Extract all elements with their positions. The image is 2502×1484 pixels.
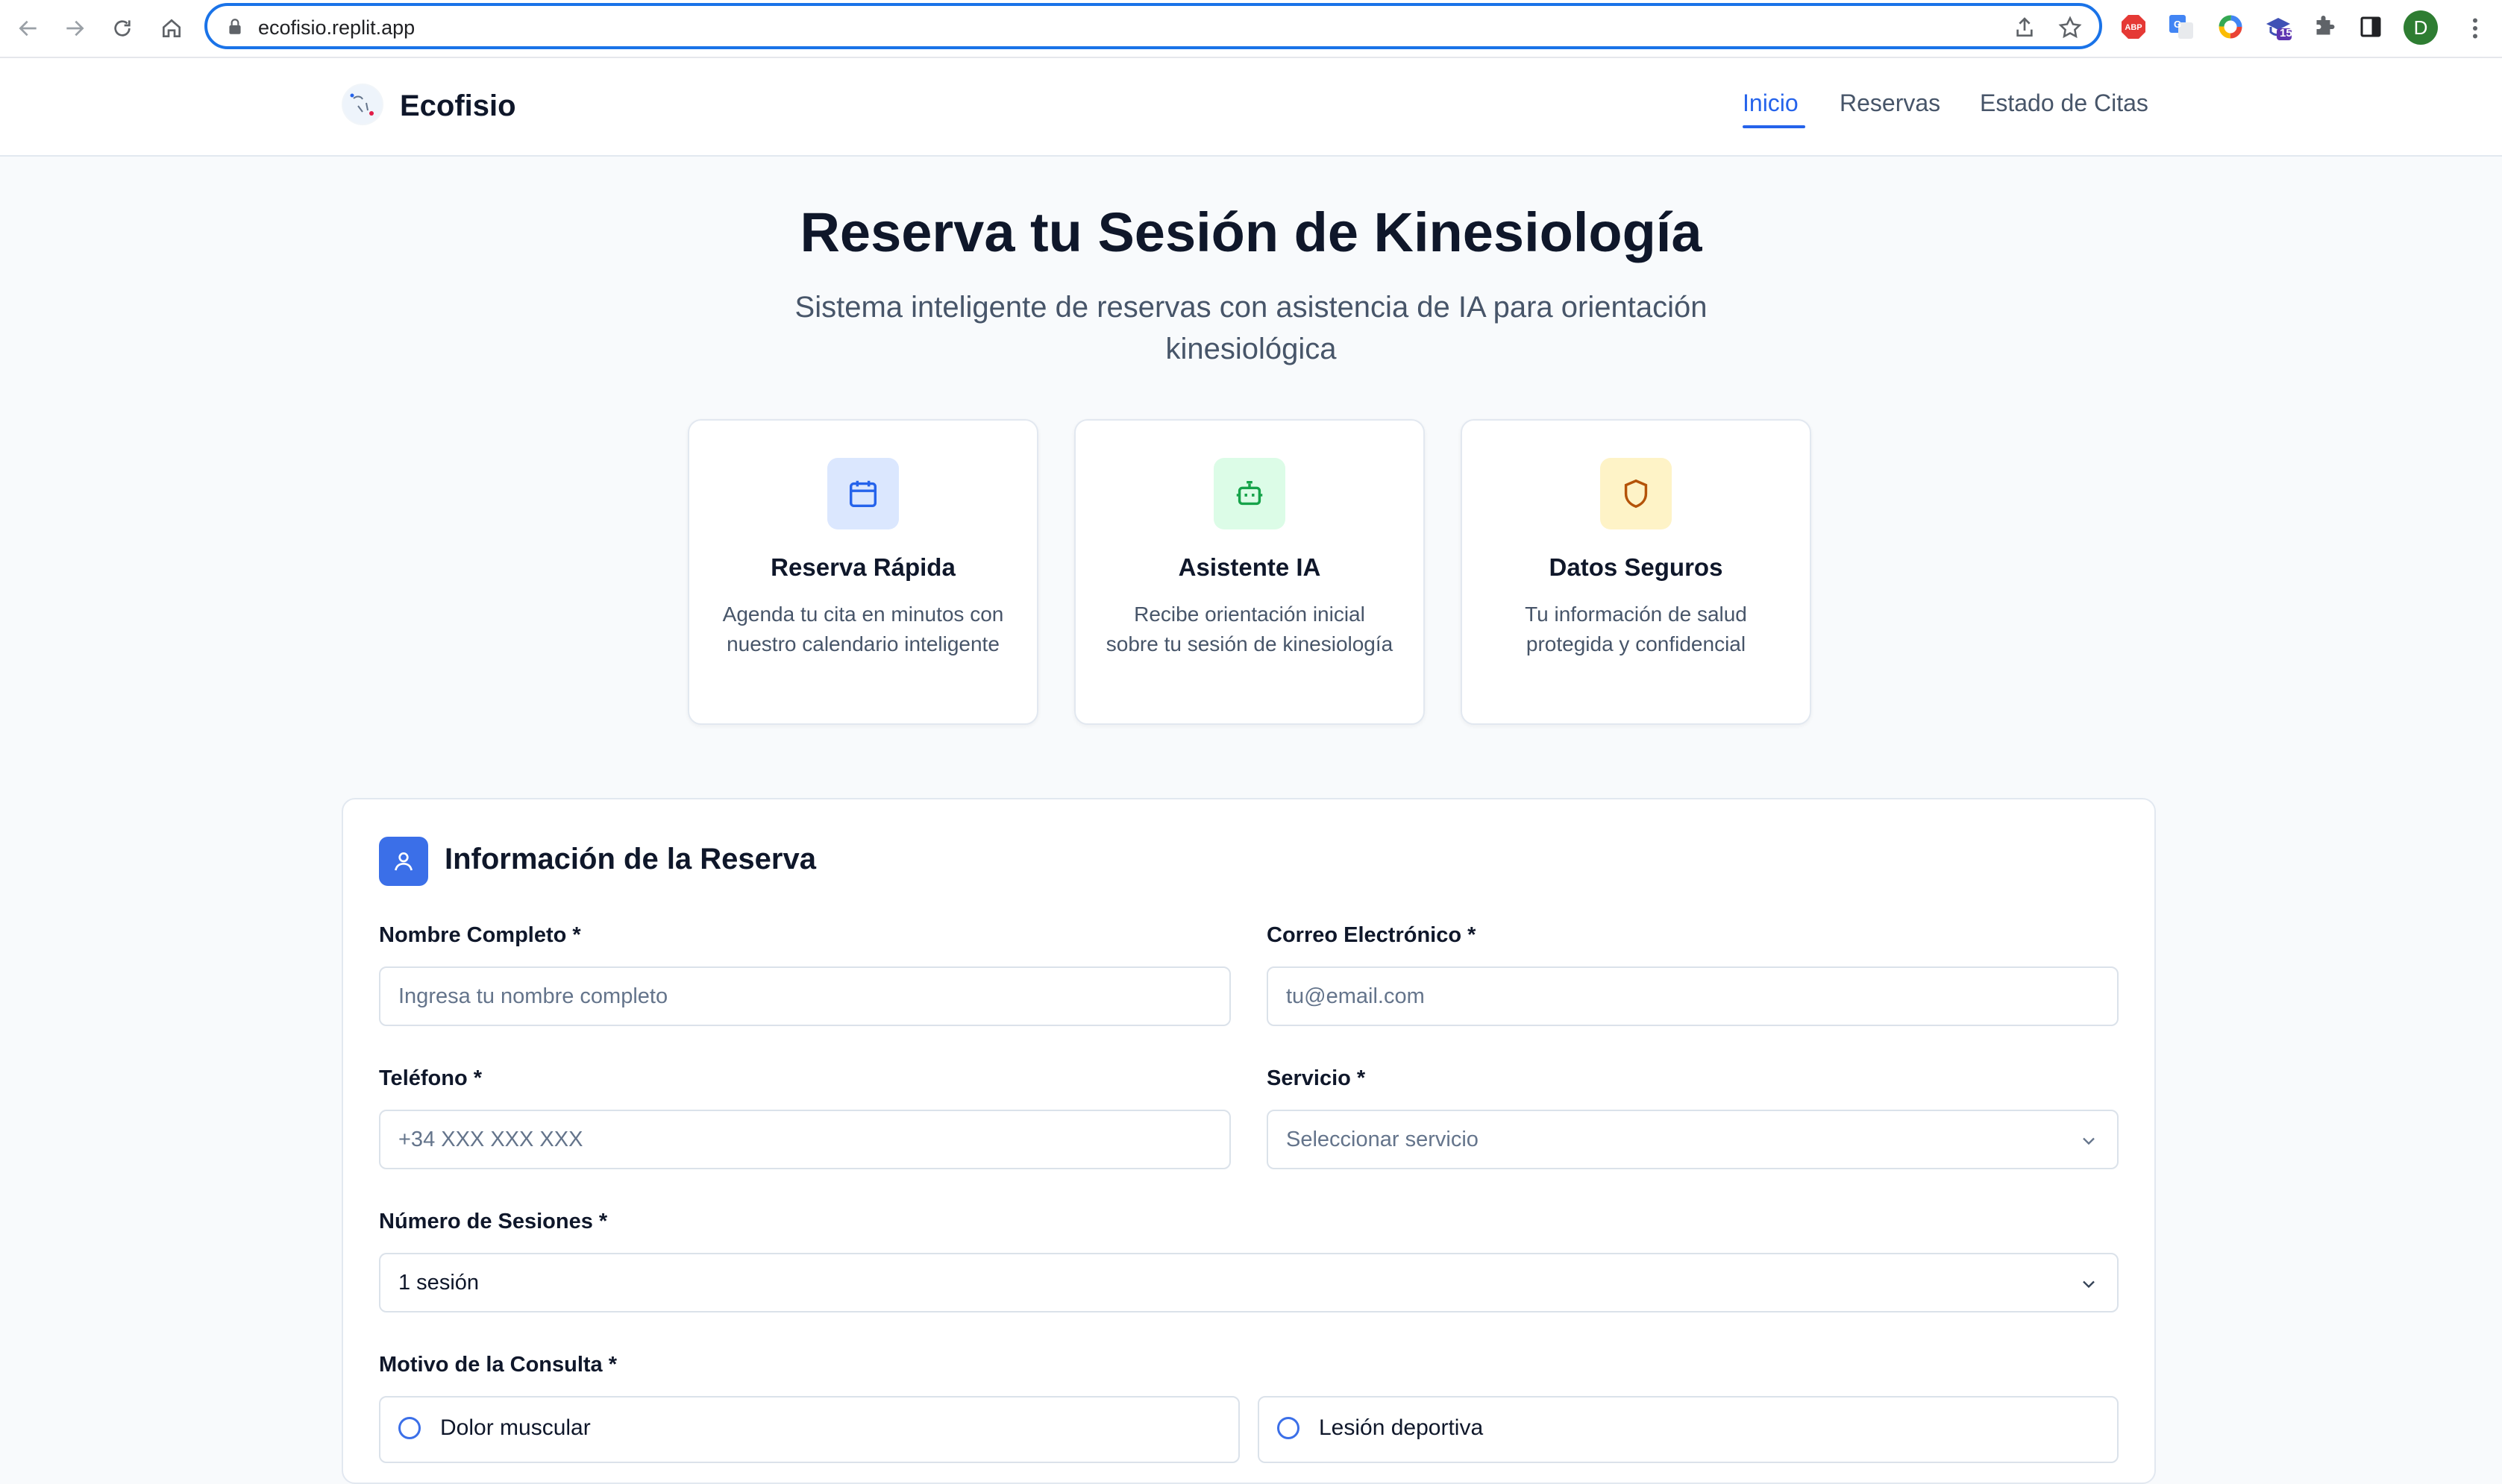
service-label: Servicio * xyxy=(1267,1066,1366,1090)
reservation-form: Información de la Reserva Nombre Complet… xyxy=(342,798,2156,1484)
graduation-cap-icon[interactable]: 15 xyxy=(2265,13,2292,40)
arrow-left-icon xyxy=(19,20,37,37)
back-button[interactable] xyxy=(12,12,45,45)
name-input[interactable]: Ingresa tu nombre completo xyxy=(379,966,1231,1026)
share-icon[interactable] xyxy=(2013,16,2037,40)
radio-circle[interactable] xyxy=(1277,1417,1299,1439)
reason-label: Motivo de la Consulta * xyxy=(379,1353,618,1377)
nav-estado-de-citas[interactable]: Estado de Citas xyxy=(1980,89,2148,117)
nav-reservas[interactable]: Reservas xyxy=(1840,89,1940,117)
service-placeholder: Seleccionar servicio xyxy=(1286,1128,1479,1151)
reason-option-dolor-muscular[interactable]: Dolor muscular xyxy=(379,1396,1240,1463)
email-label: Correo Electrónico * xyxy=(1267,923,1476,947)
shield-icon xyxy=(1600,458,1672,529)
brand-logo[interactable] xyxy=(342,84,383,125)
bookmark-star-icon[interactable] xyxy=(2057,15,2083,40)
color-ring-icon[interactable] xyxy=(2217,13,2244,40)
reason-option-label: Lesión deportiva xyxy=(1319,1415,1484,1440)
feature-card-reserva-rapida: Reserva Rápida Agenda tu cita en minutos… xyxy=(688,419,1038,725)
nav-active-indicator xyxy=(1743,125,1805,128)
reason-option-lesion-deportiva[interactable]: Lesión deportiva xyxy=(1258,1396,2119,1463)
page-title: Reserva tu Sesión de Kinesiología xyxy=(800,201,1702,263)
feature-card-asistente-ia: Asistente IA Recibe orientación inicial … xyxy=(1074,419,1425,725)
chevron-down-icon xyxy=(2083,1137,2095,1145)
more-options-icon[interactable] xyxy=(2462,13,2489,43)
name-placeholder: Ingresa tu nombre completo xyxy=(398,984,668,1008)
page-subtitle: Sistema inteligente de reservas con asis… xyxy=(794,291,1708,365)
reason-option-label: Dolor muscular xyxy=(440,1415,591,1440)
puzzle-icon[interactable] xyxy=(2311,13,2338,40)
side-panel-icon[interactable] xyxy=(2357,13,2384,40)
name-label: Nombre Completo * xyxy=(379,923,581,947)
chevron-down-icon xyxy=(2083,1280,2095,1289)
user-icon xyxy=(379,837,428,886)
feature-description: Tu información de salud protegida y conf… xyxy=(1525,603,1747,655)
phone-input[interactable]: +34 XXX XXX XXX xyxy=(379,1110,1231,1169)
email-placeholder: tu@email.com xyxy=(1286,984,1425,1008)
address-bar[interactable]: ecofisio.replit.app xyxy=(204,3,2102,49)
feature-description: Recibe orientación inicial sobre tu sesi… xyxy=(1106,603,1393,655)
phone-label: Teléfono * xyxy=(379,1066,483,1090)
url-text: ecofisio.replit.app xyxy=(258,16,416,39)
svg-text:G: G xyxy=(2174,19,2181,30)
sessions-label: Número de Sesiones * xyxy=(379,1210,608,1233)
feature-description: Agenda tu cita en minutos con nuestro ca… xyxy=(722,603,1004,655)
extension-badge: 15 xyxy=(2280,27,2292,40)
feature-title: Datos Seguros xyxy=(1549,553,1723,581)
reload-button[interactable] xyxy=(106,12,139,45)
home-icon xyxy=(163,19,181,37)
robot-icon xyxy=(1214,458,1285,529)
home-button[interactable] xyxy=(155,12,188,45)
email-input[interactable]: tu@email.com xyxy=(1267,966,2119,1026)
lock-icon xyxy=(229,19,241,34)
sessions-select[interactable]: 1 sesión xyxy=(379,1253,2119,1312)
service-select[interactable]: Seleccionar servicio xyxy=(1267,1110,2119,1169)
feature-title: Reserva Rápida xyxy=(771,553,956,581)
brand-name[interactable]: Ecofisio xyxy=(400,89,516,123)
translate-icon[interactable]: G xyxy=(2168,13,2195,40)
svg-text:ABP: ABP xyxy=(2125,23,2142,32)
sessions-value: 1 sesión xyxy=(398,1271,480,1295)
site-header: Ecofisio Inicio Reservas Estado de Citas xyxy=(0,58,2502,157)
feature-card-datos-seguros: Datos Seguros Tu información de salud pr… xyxy=(1461,419,1811,725)
form-title: Información de la Reserva xyxy=(445,843,816,875)
forward-button[interactable] xyxy=(58,12,91,45)
feature-title: Asistente IA xyxy=(1178,553,1321,581)
profile-avatar[interactable]: D xyxy=(2404,10,2438,45)
phone-placeholder: +34 XXX XXX XXX xyxy=(398,1128,583,1151)
calendar-icon xyxy=(827,458,899,529)
browser-toolbar: ecofisio.replit.app ABP G 15 D xyxy=(0,0,2502,58)
adblock-icon[interactable]: ABP xyxy=(2120,13,2147,40)
radio-circle[interactable] xyxy=(398,1417,421,1439)
nav-inicio[interactable]: Inicio xyxy=(1743,89,1799,117)
reload-icon xyxy=(114,20,131,37)
arrow-right-icon xyxy=(66,20,84,37)
